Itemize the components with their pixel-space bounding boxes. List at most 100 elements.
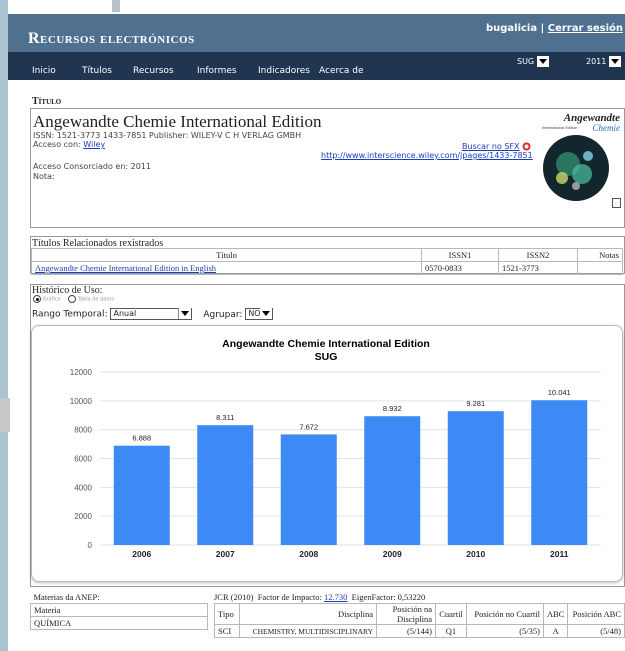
nav-titulos[interactable]: Títulos <box>82 66 112 76</box>
institution-select[interactable]: SUG <box>517 56 550 68</box>
col-pos-abc: Posición ABC <box>567 603 625 625</box>
access-link[interactable]: Wiley <box>83 140 105 149</box>
year-select[interactable]: 2011 <box>586 56 622 68</box>
issn1-cell: 0570-0833 <box>421 261 499 275</box>
group-select[interactable]: NON <box>245 308 274 320</box>
nav-informes[interactable]: Informes <box>197 66 237 76</box>
separator: | <box>540 23 545 34</box>
anep-table: Materias da ANEP: Materia QUÍMICA <box>30 591 208 630</box>
journal-cover: Angewandte Chemie International Edition <box>538 112 622 210</box>
bar-2007[interactable] <box>197 425 254 545</box>
bar-value-label: 8.932 <box>383 404 402 413</box>
radio-graph-label: Gráfico <box>42 296 61 303</box>
col-pos-cuartil: Posición no Cuartil <box>466 603 544 625</box>
col-issn2: ISSN2 <box>498 248 578 262</box>
view-toggle: Gráfico Tabla de datos <box>33 295 114 303</box>
bar-2011[interactable] <box>531 400 588 545</box>
col-issn1: ISSN1 <box>421 248 499 262</box>
disciplina-cell: CHEMISTRY, MULTIDISCIPLINARY <box>239 624 377 638</box>
col-disciplina: Disciplina <box>239 603 377 625</box>
range-controls: Rango Temporal: Anual Agrupar: NON <box>32 308 274 320</box>
y-tick-label: 8000 <box>74 426 92 435</box>
window-edge <box>112 0 120 12</box>
left-scroll-stub[interactable] <box>0 398 10 432</box>
col-abc: ABC <box>542 603 569 625</box>
user-area: bugalicia | Cerrar sesión <box>486 23 623 34</box>
jcr-line: JCR (2010) Factor de Impacto: 12.730 Eig… <box>214 592 425 602</box>
col-notas: Notas <box>577 248 623 262</box>
top-strip <box>0 0 625 14</box>
anep-value: QUÍMICA <box>30 616 208 630</box>
pos-cuartil-cell: (5/35) <box>466 624 544 638</box>
bar-value-label: 9.281 <box>466 399 485 408</box>
notas-cell <box>577 261 623 275</box>
nav-acerca[interactable]: Acerca de <box>319 66 364 76</box>
table-header-row: Título ISSN1 ISSN2 Notas <box>31 248 623 262</box>
anep-panel: Materias da ANEP: Materia QUÍMICA <box>30 591 208 630</box>
usage-chart: Angewandte Chemie International Edition … <box>70 338 601 559</box>
cover-logo-line2: Chemie <box>592 123 621 133</box>
consortium-line: Acceso Consorciado en: 2011 <box>33 162 152 171</box>
impact-label: Factor de Impacto: <box>257 592 322 602</box>
col-tipo: Tipo <box>214 603 240 625</box>
bar-2008[interactable] <box>280 434 337 545</box>
x-tick-label: 2009 <box>383 549 402 559</box>
x-tick-label: 2006 <box>132 549 151 559</box>
cover-image <box>543 135 609 201</box>
anep-heading: Materias da ANEP: <box>33 592 100 602</box>
radio-table[interactable] <box>68 295 77 303</box>
chevron-down-icon <box>537 56 550 67</box>
cuartil-cell: Q1 <box>435 624 467 638</box>
radio-graph[interactable] <box>33 295 41 303</box>
related-table: Título ISSN1 ISSN2 Notas Angewandte Chem… <box>31 248 623 275</box>
journal-title: Angewandte Chemie International Edition <box>33 112 322 131</box>
table-header-row: Tipo Disciplina Posición na Disciplina C… <box>214 603 625 625</box>
jcr-label: JCR <box>214 592 229 602</box>
logout-link[interactable]: Cerrar sesión <box>548 23 623 34</box>
bar-value-label: 8.311 <box>216 413 234 422</box>
y-tick-label: 2000 <box>74 512 92 521</box>
x-tick-label: 2007 <box>216 549 235 559</box>
col-pos-disc: Posición na Disciplina <box>376 603 436 625</box>
bar-2006[interactable] <box>113 445 170 545</box>
bar-value-label: 7.672 <box>299 422 318 431</box>
chevron-down-icon <box>178 308 192 319</box>
jcr-table: Tipo Disciplina Posición na Disciplina C… <box>214 603 625 638</box>
nav-inicio[interactable]: Inicio <box>32 66 56 76</box>
x-tick-label: 2008 <box>299 549 318 559</box>
impact-link[interactable]: 12.730 <box>324 592 347 602</box>
anep-col: Materia <box>30 603 208 617</box>
nav-indicadores[interactable]: Indicadores <box>258 66 310 76</box>
bar-2010[interactable] <box>447 411 504 545</box>
cover-sub: International Edition <box>542 126 578 130</box>
bar-2009[interactable] <box>364 416 421 545</box>
col-title: Título <box>31 248 422 262</box>
y-tick-label: 0 <box>88 541 93 550</box>
note-line: Nota: <box>33 172 55 181</box>
table-row: SCI CHEMISTRY, MULTIDISCIPLINARY (5/144)… <box>214 624 625 638</box>
x-tick-label: 2011 <box>550 549 569 559</box>
sfx-link[interactable]: Buscar no SFX <box>462 142 520 151</box>
left-edge-bar <box>0 0 8 651</box>
range-select[interactable]: Anual <box>110 308 193 320</box>
eigenfactor: EigenFactor: 0,53220 <box>351 592 426 602</box>
y-tick-label: 10000 <box>70 397 93 406</box>
abc-cell: A <box>542 624 569 638</box>
table-row: Angewandte Chemie International Edition … <box>31 261 623 275</box>
pos-disc-cell: (5/144) <box>376 624 436 638</box>
issn-line: ISSN: 1521-3773 1433-7851 Publisher: WIL… <box>33 131 302 140</box>
y-tick-label: 4000 <box>74 483 92 492</box>
x-tick-label: 2010 <box>466 549 485 559</box>
chart-title: Angewandte Chemie International Edition <box>222 338 430 350</box>
related-title-cell[interactable]: Angewandte Chemie International Edition … <box>31 261 422 275</box>
range-label: Rango Temporal: <box>32 309 108 320</box>
username: bugalicia <box>485 23 538 34</box>
nav-recursos[interactable]: Recursos <box>133 66 174 76</box>
journal-url[interactable]: http://www.interscience.wiley.com/jpages… <box>321 151 533 160</box>
jcr-year: (2010) <box>230 592 254 602</box>
tipo-cell: SCI <box>214 624 240 638</box>
sfx-link-wrap[interactable]: Buscar no SFX <box>462 142 531 151</box>
sfx-icon <box>522 142 531 151</box>
issn2-cell: 1521-3773 <box>498 261 578 275</box>
bar-value-label: 6.888 <box>132 434 151 443</box>
